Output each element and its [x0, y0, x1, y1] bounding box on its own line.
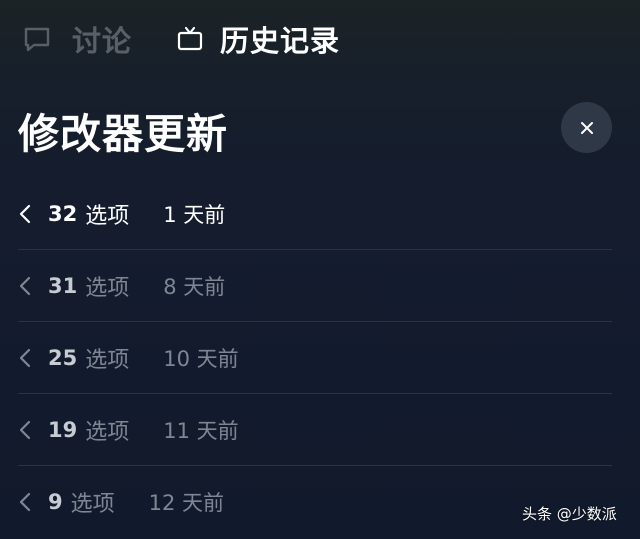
panel-title: 修改器更新 — [18, 110, 228, 158]
top-tab-bar: 讨论 历史记录 — [0, 0, 640, 80]
tv-history-icon — [177, 26, 203, 51]
chat-bubble-icon — [24, 27, 50, 52]
option-count: 19 — [48, 417, 78, 442]
close-button[interactable] — [561, 102, 612, 153]
chevron-left-icon — [19, 492, 31, 512]
tab-discuss-label: 讨论 — [72, 24, 133, 58]
option-count: 9 — [48, 490, 63, 514]
option-unit: 选项 — [85, 419, 130, 445]
option-count: 25 — [48, 345, 78, 370]
update-time: 12 天前 — [148, 491, 225, 515]
tab-history[interactable]: 历史记录 — [176, 20, 340, 58]
option-unit: 选项 — [70, 492, 115, 517]
watermark: 头条 @少数派 — [522, 505, 617, 523]
tab-history-label: 历史记录 — [220, 24, 341, 58]
option-count: 31 — [48, 273, 78, 298]
update-row[interactable]: 9 选项 12 天前 — [18, 466, 612, 538]
chevron-left-icon — [19, 204, 31, 223]
update-time: 1 天前 — [163, 202, 226, 227]
update-row[interactable]: 19 选项 11 天前 — [18, 394, 612, 466]
update-time: 11 天前 — [163, 418, 239, 443]
update-time: 10 天前 — [163, 346, 239, 371]
option-unit: 选项 — [85, 275, 130, 301]
option-unit: 选项 — [85, 203, 130, 229]
update-list: 32 选项 1 天前 31 选项 8 天前 25 选项 10 天前 19 选项 … — [18, 178, 612, 538]
tab-discuss[interactable]: 讨论 — [22, 20, 132, 58]
chevron-left-icon — [19, 420, 31, 439]
update-time: 8 天前 — [163, 274, 226, 299]
update-row[interactable]: 31 选项 8 天前 — [18, 250, 612, 322]
update-row[interactable]: 32 选项 1 天前 — [18, 178, 612, 250]
option-count: 32 — [48, 201, 78, 226]
close-icon — [580, 121, 593, 134]
chevron-left-icon — [19, 348, 31, 367]
chevron-left-icon — [19, 276, 31, 295]
update-row[interactable]: 25 选项 10 天前 — [18, 322, 612, 394]
option-unit: 选项 — [85, 347, 130, 373]
